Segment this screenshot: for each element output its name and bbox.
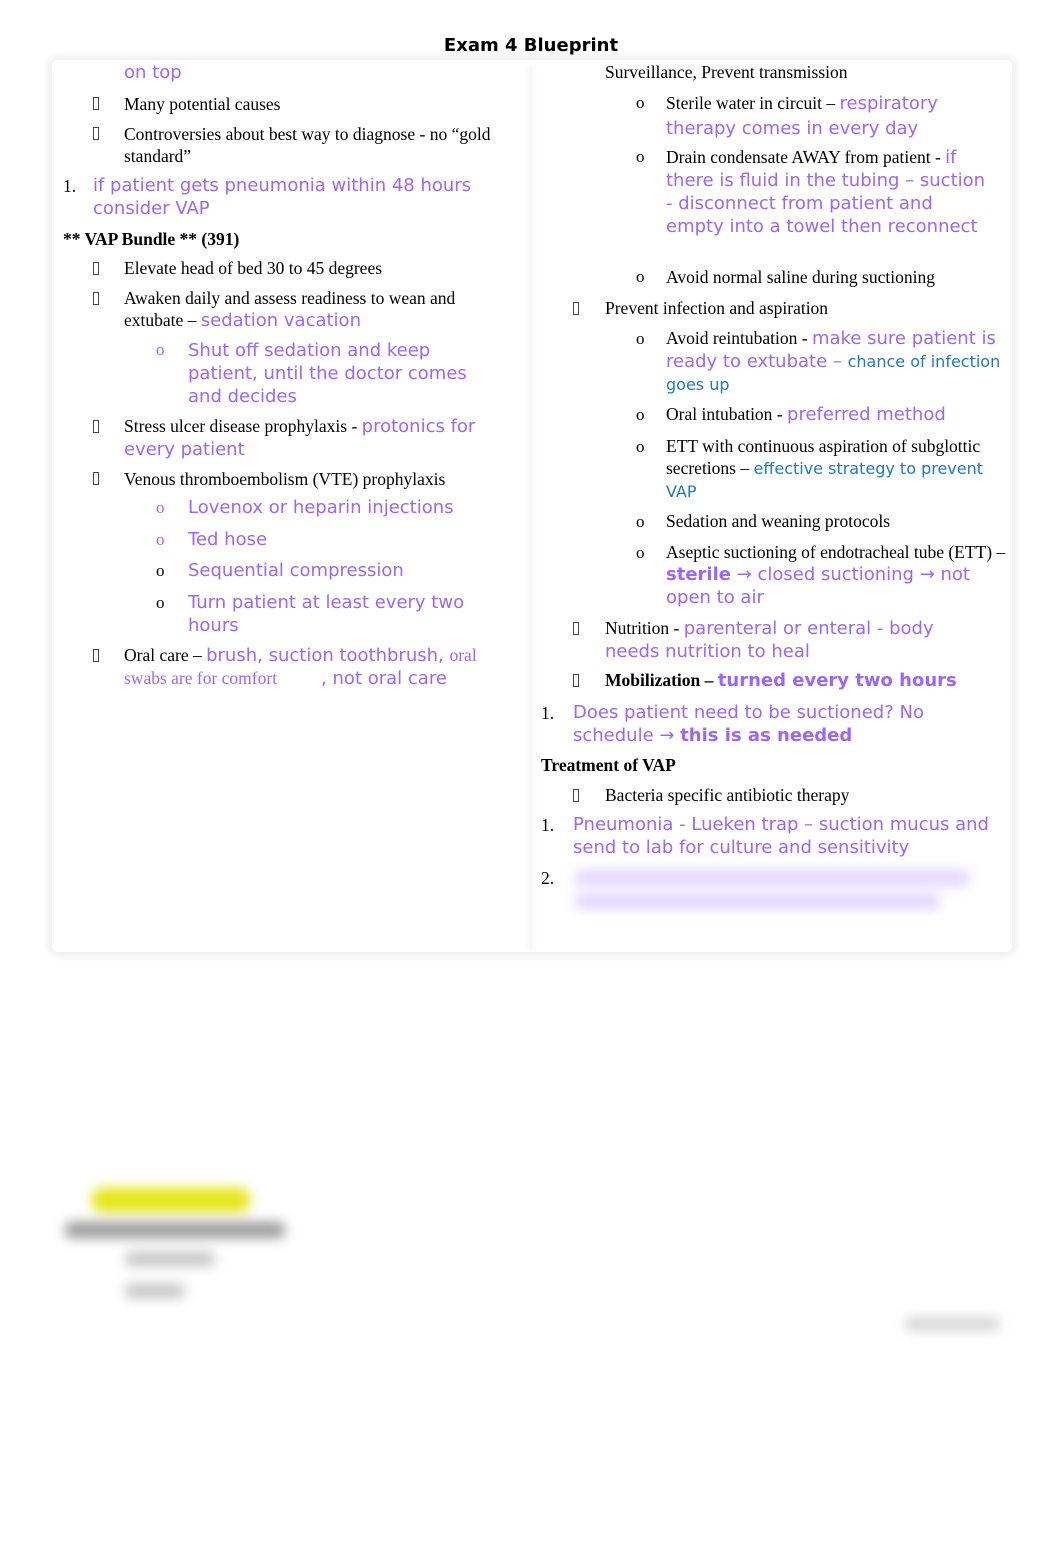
list-item: Venous thromboembolism (VTE) prophylaxis <box>124 469 446 489</box>
item-text: Aseptic suctioning of endotracheal tube … <box>666 542 1006 562</box>
item-note-bold: sterile <box>666 564 731 585</box>
list-item: Controversies about best way to diagnose… <box>124 124 491 166</box>
sub-bullet-icon: o <box>156 340 165 359</box>
list-item: Stress ulcer disease prophylaxis - proto… <box>124 415 514 461</box>
page-title: Exam 4 Blueprint <box>443 35 619 56</box>
sub-bullet-icon: o <box>156 530 165 549</box>
list-item: Awaken daily and assess readiness to wea… <box>124 287 514 332</box>
list-number: 1. <box>541 703 555 723</box>
list-item: Does patient need to be suctioned? No sc… <box>573 701 993 747</box>
sub-bullet-icon: o <box>156 498 165 517</box>
continuation-text: on top <box>124 62 182 83</box>
bullet-icon <box>93 292 99 305</box>
item-text: Sterile water in circuit – <box>666 93 840 113</box>
item-text: Stress ulcer disease prophylaxis - <box>124 416 362 436</box>
item-note: , not oral care <box>321 668 447 689</box>
sub-bullet-icon: o <box>636 543 645 562</box>
sub-list-item: Ted hose <box>188 529 268 550</box>
bullet-icon <box>573 789 579 802</box>
obscured-text <box>575 870 970 886</box>
sub-bullet-icon: o <box>156 561 165 580</box>
bullet-icon <box>93 649 99 662</box>
sub-list-item: Sedation and weaning protocols <box>666 511 891 531</box>
list-item: Nutrition - parenteral or enteral - body… <box>605 617 985 663</box>
sub-list-item: Avoid reintubation - make sure patient i… <box>666 327 1006 396</box>
list-item: Mobilization – turned every two hours <box>605 669 957 692</box>
obscured-page-number <box>905 1318 1000 1330</box>
list-item: Many potential causes <box>124 94 281 114</box>
list-item: Pneumonia - Lueken trap – suction mucus … <box>573 814 989 858</box>
sub-bullet-icon: o <box>636 405 645 424</box>
list-number: 1. <box>63 176 77 196</box>
list-number: 2. <box>541 868 555 888</box>
obscured-heading <box>65 1222 285 1238</box>
obscured-highlight <box>92 1188 250 1212</box>
list-item: Bacteria specific antibiotic therapy <box>605 785 850 805</box>
sub-bullet-icon: o <box>636 329 645 348</box>
obscured-text <box>125 1252 215 1266</box>
list-item: if patient gets pneumonia within 48 hour… <box>93 175 472 219</box>
list-number: 1. <box>541 815 555 835</box>
item-text: Oral intubation - <box>666 404 788 424</box>
bullet-icon <box>573 674 579 687</box>
list-item: Prevent infection and aspiration <box>605 298 829 318</box>
list-item: Oral care – brush, suction toothbrush, o… <box>124 644 514 690</box>
list-item: Elevate head of bed 30 to 45 degrees <box>124 258 383 278</box>
continuation-text: Surveillance, Prevent transmission <box>605 62 848 82</box>
sub-list-item: Aseptic suctioning of endotracheal tube … <box>666 541 1006 609</box>
bullet-icon <box>93 97 99 110</box>
item-text: Nutrition - <box>605 618 684 638</box>
sub-list-item: Sequential compression <box>188 560 404 581</box>
sub-bullet-icon: o <box>636 93 645 112</box>
sub-list-item: Avoid normal saline during suctioning <box>666 267 935 287</box>
section-heading: ** VAP Bundle ** (391) <box>63 229 240 249</box>
item-text: Drain condensate AWAY from patient - <box>666 147 946 167</box>
item-note-bold: this is as needed <box>680 725 853 746</box>
bullet-icon <box>93 420 99 433</box>
obscured-text <box>575 893 940 909</box>
sub-list-item: Sterile water in circuit – respiratory t… <box>666 91 996 141</box>
column-divider <box>527 66 535 950</box>
sub-list-item: Shut off sedation and keep patient, unti… <box>188 340 467 407</box>
sub-list-item: Lovenox or heparin injections <box>188 497 454 518</box>
item-text: Oral care – <box>124 645 207 665</box>
sub-bullet-icon: o <box>636 267 645 286</box>
item-text: Mobilization – <box>605 670 718 690</box>
sub-list-item: Oral intubation - preferred method <box>666 403 946 426</box>
bullet-icon <box>93 127 99 140</box>
sub-bullet-icon: o <box>636 437 645 456</box>
section-heading: Treatment of VAP <box>541 755 676 775</box>
item-text: Avoid reintubation - <box>666 328 812 348</box>
item-note: turned every two hours <box>717 670 957 691</box>
sub-list-item: Turn patient at least every two hours <box>188 592 465 636</box>
sub-bullet-icon: o <box>636 147 645 166</box>
bullet-icon <box>573 302 579 315</box>
sub-list-item: ETT with continuous aspiration of subglo… <box>666 435 996 503</box>
sub-list-item: Drain condensate AWAY from patient - if … <box>666 146 996 238</box>
item-note: preferred method <box>787 404 946 425</box>
item-note: sedation vacation <box>200 310 361 331</box>
obscured-text <box>125 1284 185 1298</box>
bullet-icon <box>573 622 579 635</box>
bullet-icon <box>93 262 99 275</box>
bullet-icon <box>93 472 99 485</box>
item-note: brush, suction toothbrush, <box>206 645 450 666</box>
sub-bullet-icon: o <box>636 512 645 531</box>
sub-bullet-icon: o <box>156 593 165 612</box>
